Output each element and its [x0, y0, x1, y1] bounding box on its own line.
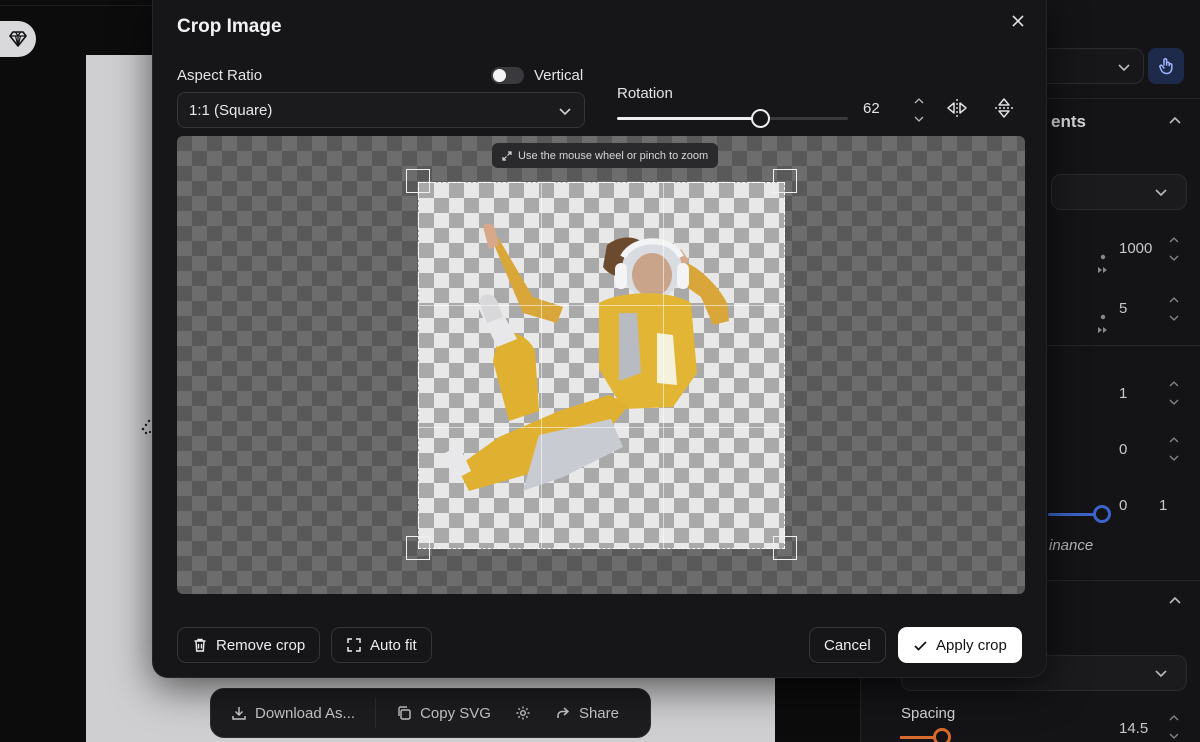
rotation-label: Rotation — [617, 85, 673, 102]
flip-vertical-icon[interactable] — [993, 97, 1015, 119]
stepper-icon[interactable] — [1168, 434, 1180, 464]
close-icon — [1012, 15, 1024, 27]
check-icon — [914, 640, 927, 651]
range-slider-handle[interactable] — [1093, 505, 1111, 523]
vertical-label: Vertical — [534, 67, 584, 84]
stepper-icon[interactable] — [1168, 234, 1180, 264]
app-logo[interactable] — [0, 21, 36, 57]
flip-horizontal-icon[interactable] — [946, 97, 968, 119]
toggle-knob — [493, 69, 506, 82]
crop-workspace[interactable]: Use the mouse wheel or pinch to zoom — [177, 136, 1025, 594]
share-button[interactable]: Share — [535, 688, 639, 738]
number-field-4[interactable]: 0 — [1119, 441, 1127, 458]
rotation-slider-handle[interactable] — [751, 109, 770, 128]
panel-section-title: ents — [1051, 112, 1086, 131]
remove-crop-button[interactable]: Remove crop — [177, 627, 321, 663]
spacing-field[interactable]: 14.5 — [1119, 720, 1148, 737]
image-subject — [445, 223, 729, 491]
aspect-ratio-select[interactable]: 1:1 (Square) — [177, 92, 585, 128]
dialog-title: Crop Image — [177, 16, 282, 37]
vertical-toggle[interactable] — [491, 67, 524, 84]
auto-fit-label: Auto fit — [370, 636, 417, 654]
trash-icon — [194, 638, 206, 652]
spacing-label: Spacing — [901, 705, 956, 722]
fast-forward-icon[interactable] — [1097, 254, 1111, 274]
panel-select-top[interactable] — [1040, 48, 1144, 84]
chevron-up-icon[interactable] — [1168, 114, 1182, 128]
share-icon — [557, 707, 570, 718]
chevron-down-icon — [1155, 189, 1167, 197]
crop-selection[interactable] — [418, 182, 785, 549]
export-toolbar: Download As... Copy SVG Share — [210, 688, 651, 738]
number-field-2[interactable]: 5 — [1119, 300, 1127, 317]
crop-handle-top-left[interactable] — [406, 169, 430, 193]
apply-crop-label: Apply crop — [936, 636, 1007, 654]
stepper-icon[interactable] — [1168, 712, 1180, 742]
rotation-slider[interactable] — [617, 109, 848, 128]
download-icon — [232, 707, 246, 720]
rotation-slider-fill — [617, 117, 760, 120]
crop-grid-line — [419, 305, 784, 306]
aspect-ratio-label: Aspect Ratio — [177, 67, 263, 84]
apply-crop-button[interactable]: Apply crop — [898, 627, 1022, 663]
gear-icon — [516, 706, 530, 720]
fullscreen-icon — [347, 638, 361, 652]
crop-handle-bottom-right[interactable] — [773, 536, 797, 560]
share-label: Share — [578, 704, 619, 722]
panel-select[interactable] — [1051, 174, 1187, 210]
chevron-down-icon — [559, 108, 571, 116]
crop-handle-bottom-left[interactable] — [406, 536, 430, 560]
cancel-button[interactable]: Cancel — [809, 627, 886, 663]
crop-grid-line — [663, 183, 664, 548]
touch-mode-button[interactable] — [1148, 48, 1184, 84]
fast-forward-icon[interactable] — [1097, 314, 1111, 334]
download-as-label: Download As... — [255, 704, 356, 722]
number-field-3[interactable]: 1 — [1119, 385, 1127, 402]
copy-icon — [398, 706, 411, 720]
close-button[interactable] — [1008, 11, 1028, 31]
range-max-field[interactable]: 1 — [1159, 497, 1167, 514]
rotation-stepper-icon[interactable] — [911, 94, 927, 126]
crop-handle-top-right[interactable] — [773, 169, 797, 193]
chevron-down-icon — [1118, 64, 1130, 72]
aspect-ratio-value: 1:1 (Square) — [189, 101, 273, 119]
spacing-slider-handle[interactable] — [933, 728, 951, 742]
crop-grid-line — [419, 427, 784, 428]
copy-svg-button[interactable]: Copy SVG — [376, 688, 511, 738]
auto-fit-button[interactable]: Auto fit — [331, 627, 432, 663]
zoom-hint: Use the mouse wheel or pinch to zoom — [492, 143, 719, 168]
crop-grid-line — [541, 183, 542, 548]
expand-icon — [502, 150, 512, 161]
range-min-field[interactable]: 0 — [1119, 497, 1127, 514]
property-label: inance — [1049, 537, 1094, 554]
number-field-1[interactable]: 1000 — [1119, 240, 1152, 257]
zoom-hint-text: Use the mouse wheel or pinch to zoom — [518, 149, 709, 162]
export-settings-button[interactable] — [511, 688, 535, 738]
chevron-down-icon — [1155, 670, 1167, 678]
cancel-label: Cancel — [824, 636, 871, 654]
crop-image-dialog: Crop Image Aspect Ratio Vertical 1:1 (Sq… — [152, 0, 1047, 678]
rotation-value-input[interactable]: 62 — [863, 100, 880, 117]
pointer-hand-icon — [1159, 58, 1173, 75]
copy-svg-label: Copy SVG — [420, 704, 491, 722]
remove-crop-label: Remove crop — [216, 636, 306, 654]
chevron-up-icon[interactable] — [1168, 594, 1182, 608]
stepper-icon[interactable] — [1168, 378, 1180, 408]
download-as-button[interactable]: Download As... — [211, 688, 375, 738]
diamond-icon — [9, 31, 27, 47]
stepper-icon[interactable] — [1168, 294, 1180, 324]
panel-divider — [1021, 345, 1200, 346]
